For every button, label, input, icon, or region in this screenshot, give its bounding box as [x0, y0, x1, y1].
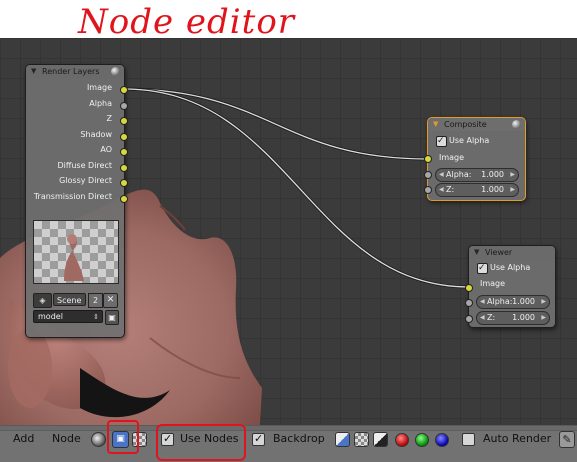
add-menu[interactable]: Add	[13, 432, 34, 445]
decrement-arrow-icon[interactable]: ◀	[439, 184, 444, 196]
viewer-alpha-label: Alpha:	[487, 297, 513, 306]
scene-close-icon[interactable]: ✕	[103, 293, 118, 308]
viewer-z-label: Z:	[487, 313, 496, 322]
viewer-image-input-label: Image	[480, 279, 506, 288]
increment-arrow-icon[interactable]: ▶	[541, 312, 546, 324]
output-alpha-socket[interactable]	[120, 102, 128, 110]
viewer-z-value: 1.000	[512, 313, 535, 322]
composite-alpha-label: Alpha:	[446, 170, 472, 179]
composite-z-field[interactable]: ◀ Z: 1.000 ▶	[435, 183, 519, 197]
viewer-z-field[interactable]: ◀ Z: 1.000 ▶	[476, 311, 550, 325]
composite-use-alpha-label: Use Alpha	[449, 136, 490, 145]
node-editor-canvas[interactable]: ▼ Render Layers Image Alpha Z Shadow AO …	[0, 38, 577, 425]
output-shadow-socket[interactable]	[120, 133, 128, 141]
auto-render-label[interactable]: Auto Render	[483, 432, 551, 445]
output-transmission-direct-socket[interactable]	[120, 195, 128, 203]
output-glossy-direct-label: Glossy Direct	[59, 176, 112, 185]
render-preview-thumbnail	[33, 220, 119, 284]
viewer-alpha-value: 1.000	[512, 297, 535, 306]
blue-channel-icon[interactable]	[435, 433, 449, 447]
shader-nodes-icon[interactable]	[91, 432, 106, 447]
pin-icon[interactable]: ✎	[559, 431, 575, 448]
output-diffuse-direct-socket[interactable]	[120, 164, 128, 172]
viewer-title: Viewer	[485, 248, 513, 257]
composite-node[interactable]: ▼ Composite Use Alpha Image ◀ Alpha: 1.0…	[424, 117, 526, 201]
viewer-header[interactable]: ▼ Viewer	[469, 246, 555, 259]
use-alpha-checkbox[interactable]	[477, 261, 488, 275]
decrement-arrow-icon[interactable]: ◀	[480, 312, 485, 324]
collapse-triangle-icon[interactable]: ▼	[474, 246, 479, 259]
use-alpha-checkbox[interactable]	[436, 134, 447, 148]
decrement-arrow-icon[interactable]: ◀	[439, 169, 444, 181]
scene-selector[interactable]: ◈ Scene 2 ✕	[33, 293, 118, 308]
layer-selector[interactable]: model ⇕ ▣	[33, 310, 119, 325]
preview-sphere-icon[interactable]	[111, 67, 120, 76]
viewer-use-alpha-label: Use Alpha	[490, 263, 531, 272]
backdrop-checkbox[interactable]	[252, 432, 265, 446]
composite-alpha-field[interactable]: ◀ Alpha: 1.000 ▶	[435, 168, 519, 182]
collapse-triangle-icon[interactable]: ▼	[433, 118, 438, 131]
composite-image-input-socket[interactable]	[424, 155, 432, 163]
composite-header[interactable]: ▼ Composite	[428, 118, 525, 131]
dropdown-arrows-icon: ⇕	[93, 313, 99, 321]
viewer-image-input-socket[interactable]	[465, 284, 473, 292]
auto-render-checkbox[interactable]	[462, 433, 475, 446]
decrement-arrow-icon[interactable]: ◀	[480, 296, 485, 308]
output-image-label: Image	[86, 83, 112, 92]
render-layers-title: Render Layers	[42, 67, 100, 76]
backdrop-label[interactable]: Backdrop	[273, 432, 325, 445]
output-ao-socket[interactable]	[120, 148, 128, 156]
render-layers-header[interactable]: ▼ Render Layers	[26, 65, 124, 78]
scene-users-count: 2	[88, 293, 103, 308]
red-channel-icon[interactable]	[395, 433, 409, 447]
header-strip	[0, 426, 577, 431]
preview-figure	[64, 234, 84, 281]
composite-use-alpha-toggle[interactable]: Use Alpha	[428, 134, 525, 148]
composite-alpha-value: 1.000	[481, 170, 504, 179]
preview-sphere-icon[interactable]	[512, 120, 521, 129]
annotation-use-nodes-box	[156, 424, 246, 461]
backdrop-color-alpha-icon[interactable]	[335, 432, 350, 447]
viewer-alpha-field[interactable]: ◀ Alpha: 1.000 ▶	[476, 295, 550, 309]
backdrop-alpha-icon[interactable]	[354, 432, 369, 447]
annotation-compositing-icon-box	[107, 420, 139, 454]
composite-alpha-socket[interactable]	[424, 171, 432, 179]
output-glossy-direct-socket[interactable]	[120, 179, 128, 187]
composite-z-value: 1.000	[481, 185, 504, 194]
annotation-title: Node editor	[78, 2, 296, 42]
layer-dropdown-value: model	[38, 312, 63, 321]
node-editor-header: Add Node ▣ Use Nodes Backdrop Auto Rende…	[0, 425, 577, 462]
output-z-socket[interactable]	[120, 117, 128, 125]
composite-image-input-label: Image	[439, 153, 465, 162]
increment-arrow-icon[interactable]: ▶	[541, 296, 546, 308]
green-channel-icon[interactable]	[415, 433, 429, 447]
output-shadow-label: Shadow	[80, 129, 112, 139]
scene-name-field[interactable]: Scene	[53, 293, 86, 306]
layer-dropdown[interactable]: model ⇕	[33, 310, 103, 323]
output-z-label: Z	[106, 114, 112, 123]
output-transmission-direct-label: Transmission Direct	[33, 191, 112, 201]
viewer-use-alpha-toggle[interactable]: Use Alpha	[469, 261, 555, 275]
output-alpha-label: Alpha	[89, 98, 112, 108]
increment-arrow-icon[interactable]: ▶	[510, 184, 515, 196]
viewer-z-socket[interactable]	[465, 315, 473, 323]
increment-arrow-icon[interactable]: ▶	[510, 169, 515, 181]
viewer-alpha-socket[interactable]	[465, 299, 473, 307]
composite-title: Composite	[444, 120, 487, 129]
render-layers-node[interactable]: ▼ Render Layers Image Alpha Z Shadow AO …	[25, 64, 128, 338]
composite-z-label: Z:	[446, 185, 455, 194]
viewer-node[interactable]: ▼ Viewer Use Alpha Image ◀ Alpha: 1.000 …	[465, 245, 556, 328]
output-ao-label: AO	[100, 145, 112, 154]
backdrop-color-icon[interactable]	[373, 432, 388, 447]
node-menu[interactable]: Node	[52, 432, 81, 445]
scene-type-icon[interactable]: ◈	[33, 293, 52, 308]
output-diffuse-direct-label: Diffuse Direct	[57, 160, 112, 170]
collapse-triangle-icon[interactable]: ▼	[31, 65, 36, 78]
output-image-socket[interactable]	[120, 86, 128, 94]
render-layer-icon[interactable]: ▣	[105, 310, 119, 325]
composite-z-socket[interactable]	[424, 186, 432, 194]
